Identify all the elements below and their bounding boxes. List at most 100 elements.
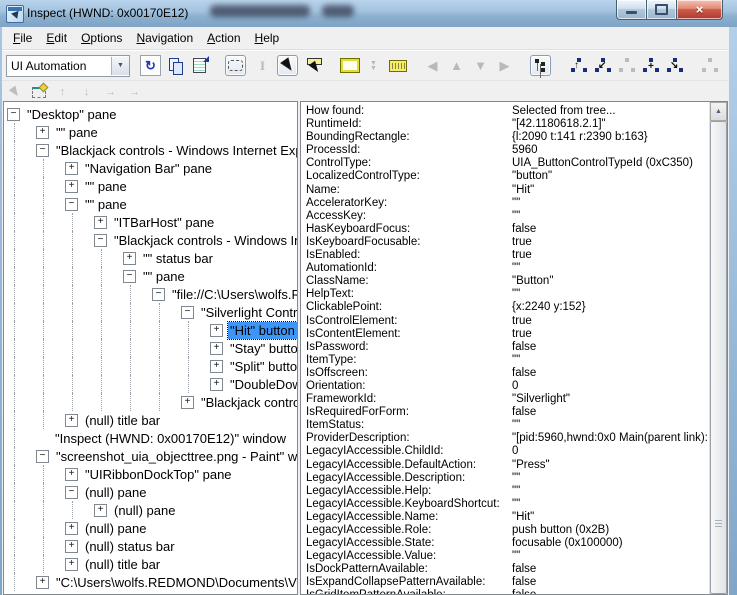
tree-item-label[interactable]: (null) status bar bbox=[83, 538, 177, 555]
tree-item-label[interactable]: "screenshot_uia_objecttree.png - Paint" … bbox=[54, 448, 297, 465]
tree-item[interactable]: + "C:\Users\wolfs.REDMOND\Documents\Visu… bbox=[7, 573, 297, 591]
scroll-up-button[interactable]: ▲ bbox=[710, 102, 727, 121]
tree-item-label[interactable]: "DoubleDown" button bbox=[228, 376, 297, 393]
tree-item[interactable]: + (null) status bar bbox=[7, 537, 297, 555]
tree-item[interactable]: + "Navigation Bar" pane bbox=[7, 159, 297, 177]
cursor-tracking-icon[interactable] bbox=[277, 55, 298, 76]
tree-item[interactable]: − "Desktop" pane bbox=[7, 105, 297, 123]
onscreen-keyboard-icon[interactable] bbox=[388, 56, 407, 75]
expand-toggle-icon[interactable]: + bbox=[210, 378, 223, 391]
copy-icon[interactable] bbox=[166, 56, 185, 75]
expand-toggle-icon[interactable]: + bbox=[36, 126, 49, 139]
tree-item-label[interactable]: "Hit" button bbox=[228, 322, 297, 339]
tree-item[interactable]: + "DoubleDown" button bbox=[7, 375, 297, 393]
nav-up-arrow-icon[interactable]: ▲ bbox=[447, 56, 466, 75]
tree-item-label[interactable]: "" status bar bbox=[141, 250, 215, 267]
expand-toggle-icon[interactable]: − bbox=[94, 234, 107, 247]
menu-file[interactable]: File bbox=[6, 28, 39, 48]
expand-toggle-icon[interactable]: + bbox=[181, 396, 194, 409]
expand-toggle-icon[interactable]: + bbox=[65, 162, 78, 175]
menu-help[interactable]: Help bbox=[248, 28, 287, 48]
properties-icon[interactable] bbox=[190, 56, 209, 75]
tree-item-label[interactable]: "C:\Users\wolfs.REDMOND\Documents\Visua bbox=[54, 574, 297, 591]
tree-item-label[interactable]: "" pane bbox=[83, 178, 129, 195]
tree-item-label[interactable]: "UIRibbonDockTop" pane bbox=[83, 466, 234, 483]
tree-item-label[interactable]: "" pane bbox=[54, 124, 100, 141]
tree-item[interactable]: + "UIRibbonDockTop" pane bbox=[7, 465, 297, 483]
menu-navigation[interactable]: Navigation bbox=[129, 28, 200, 48]
tree-item[interactable]: − "file://C:\Users\wolfs.REDMOND bbox=[7, 285, 297, 303]
vertical-scrollbar[interactable]: ▲ bbox=[709, 102, 727, 594]
expand-toggle-icon[interactable]: − bbox=[36, 450, 49, 463]
ibeam-icon[interactable]: I bbox=[253, 56, 272, 75]
tree-item-label[interactable]: "Navigation Bar" pane bbox=[83, 160, 214, 177]
tree-item-label[interactable]: "Silverlight Control" window bbox=[199, 304, 297, 321]
tree-item[interactable]: + "" status bar bbox=[7, 249, 297, 267]
nav-last-child-icon[interactable] bbox=[665, 56, 684, 75]
tree-item[interactable]: + (null) title bar bbox=[7, 411, 297, 429]
tree-item-label[interactable]: "Blackjack controls - Windows Internet E… bbox=[54, 142, 297, 159]
tree-item-label[interactable]: (null) title bar bbox=[83, 556, 162, 573]
tree-item[interactable]: − "Blackjack controls - Windows Internet… bbox=[7, 141, 297, 159]
close-button[interactable]: × bbox=[676, 0, 723, 20]
nav-left-arrow-icon[interactable]: ◀ bbox=[423, 56, 442, 75]
tree-item[interactable]: + "Stay" button bbox=[7, 339, 297, 357]
tree-item[interactable]: + (null) pane bbox=[7, 501, 297, 519]
menu-edit[interactable]: Edit bbox=[39, 28, 74, 48]
expand-toggle-icon[interactable]: + bbox=[94, 216, 107, 229]
chevron-down-icon[interactable]: ▼ bbox=[111, 57, 129, 75]
tree-item-label[interactable]: "Blackjack controls" pane bbox=[199, 394, 297, 411]
tree-item-label[interactable]: (null) pane bbox=[112, 502, 177, 519]
move-down-icon[interactable]: ↓ bbox=[78, 84, 95, 100]
expand-toggle-icon[interactable]: − bbox=[65, 198, 78, 211]
highlight-rectangle-icon[interactable] bbox=[340, 56, 359, 75]
expand-toggle-icon[interactable]: + bbox=[123, 252, 136, 265]
tree-item[interactable]: + "Hit" button bbox=[7, 321, 297, 339]
menu-action[interactable]: Action bbox=[200, 28, 247, 48]
tree-view-icon[interactable] bbox=[530, 55, 551, 76]
expand-toggle-icon[interactable]: − bbox=[181, 306, 194, 319]
tree-item-label[interactable]: (null) title bar bbox=[83, 412, 162, 429]
tree-item-label[interactable]: "" pane bbox=[83, 196, 129, 213]
tree-item-label[interactable]: "" pane bbox=[141, 268, 187, 285]
scrollbar-thumb[interactable] bbox=[710, 121, 727, 594]
expand-toggle-icon[interactable]: − bbox=[65, 486, 78, 499]
menu-options[interactable]: Options bbox=[74, 28, 129, 48]
tree-item-label[interactable]: "file://C:\Users\wolfs.REDMOND bbox=[170, 286, 297, 303]
tree-item-label[interactable]: "Stay" button bbox=[228, 340, 297, 357]
move-up-icon[interactable]: ↑ bbox=[54, 84, 71, 100]
hover-cursor-icon[interactable] bbox=[6, 84, 23, 100]
tree-item-label[interactable]: "Blackjack controls - Windows Internet bbox=[112, 232, 297, 249]
expand-toggle-icon[interactable]: + bbox=[65, 414, 78, 427]
tree-item[interactable]: − "" pane bbox=[7, 195, 297, 213]
expand-toggle-icon[interactable]: + bbox=[65, 180, 78, 193]
nav-previous-sibling-icon[interactable] bbox=[617, 56, 636, 75]
mode-combobox[interactable]: UI Automation ▼ bbox=[6, 55, 130, 77]
expand-toggle-icon[interactable]: − bbox=[123, 270, 136, 283]
title-bar[interactable]: Inspect (HWND: 0x00170E12) × bbox=[0, 0, 737, 28]
expand-toggle-icon[interactable]: + bbox=[36, 576, 49, 589]
tree-item[interactable]: + "Split" button bbox=[7, 357, 297, 375]
expand-toggle-icon[interactable]: + bbox=[65, 522, 78, 535]
tree-item[interactable]: − "Silverlight Control" window bbox=[7, 303, 297, 321]
expand-toggle-icon[interactable]: + bbox=[210, 324, 223, 337]
nav-down-arrow-icon[interactable]: ▼ bbox=[471, 56, 490, 75]
tree-item[interactable]: + (null) pane bbox=[7, 519, 297, 537]
selection-rectangle-icon[interactable] bbox=[225, 55, 246, 76]
watch-focus-icon[interactable] bbox=[30, 84, 47, 100]
nav-parent-icon[interactable] bbox=[569, 56, 588, 75]
add-node-icon[interactable]: → bbox=[102, 84, 119, 100]
refresh-icon[interactable]: ↻ bbox=[140, 55, 161, 76]
nav-subtree-icon[interactable] bbox=[700, 56, 719, 75]
tree-item[interactable]: + "" pane bbox=[7, 123, 297, 141]
tree-item[interactable]: + (null) title bar bbox=[7, 555, 297, 573]
expand-toggle-icon[interactable]: + bbox=[94, 504, 107, 517]
cursor-tooltip-icon[interactable] bbox=[305, 56, 324, 75]
tree-item-label[interactable]: (null) pane bbox=[83, 520, 148, 537]
nav-first-child-icon[interactable] bbox=[593, 56, 612, 75]
expand-toggle-icon[interactable]: + bbox=[65, 558, 78, 571]
tree-item-label[interactable]: "Desktop" pane bbox=[25, 106, 118, 123]
tree-item[interactable]: − "screenshot_uia_objecttree.png - Paint… bbox=[7, 447, 297, 465]
tree-item-label[interactable]: (null) pane bbox=[83, 484, 148, 501]
tree-item-label[interactable]: "ITBarHost" pane bbox=[112, 214, 216, 231]
